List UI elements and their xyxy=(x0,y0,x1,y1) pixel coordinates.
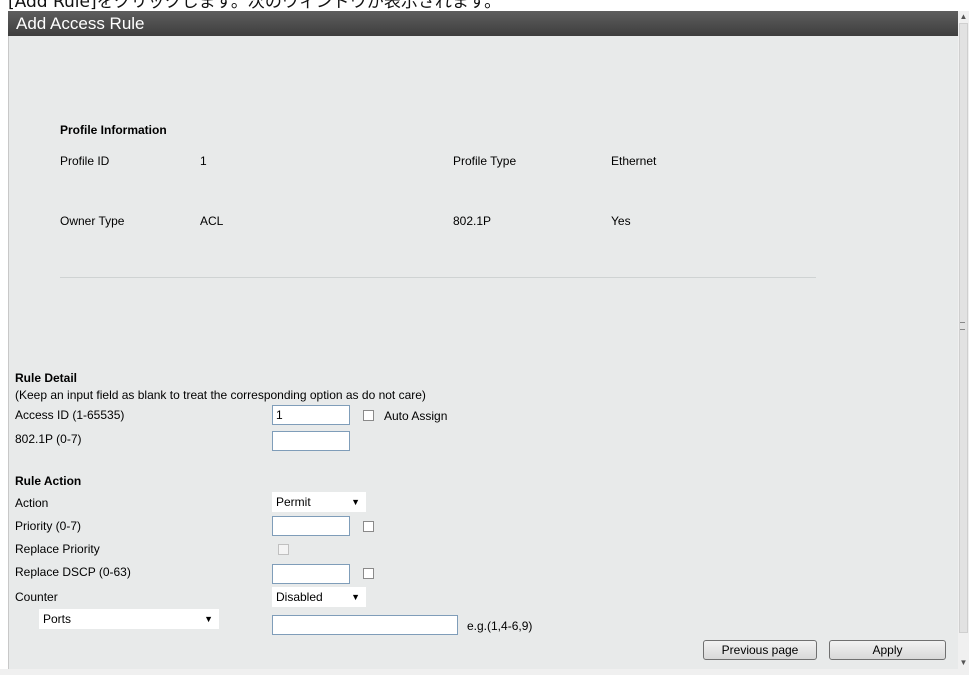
rule-8021p-input[interactable] xyxy=(272,431,350,451)
auto-assign-checkbox[interactable] xyxy=(363,410,374,421)
caption-text: [Add Rule]をクリックします。次のウィンドウが表示されます。 xyxy=(8,0,502,10)
ports-input[interactable] xyxy=(272,615,458,635)
profile-heading: Profile Information xyxy=(60,123,167,137)
owner-type-value: ACL xyxy=(200,214,224,228)
replace-dscp-label: Replace DSCP (0-63) xyxy=(15,565,131,579)
rule-detail-note: (Keep an input field as blank to treat t… xyxy=(15,388,426,402)
chevron-down-icon: ▼ xyxy=(204,614,213,624)
ports-type-select[interactable]: Ports ▼ xyxy=(39,609,219,629)
scroll-down-icon[interactable]: ▼ xyxy=(958,657,969,669)
owner-type-label: Owner Type xyxy=(60,214,125,228)
access-id-input[interactable]: 1 xyxy=(272,405,350,425)
profile-id-value: 1 xyxy=(200,154,207,168)
window-title-bar: Add Access Rule xyxy=(8,11,958,36)
replace-dscp-input[interactable] xyxy=(272,564,350,584)
action-select-value: Permit xyxy=(276,495,311,509)
profile-8021p-value: Yes xyxy=(611,214,631,228)
action-select[interactable]: Permit ▼ xyxy=(272,492,366,512)
counter-select-value: Disabled xyxy=(276,590,323,604)
chevron-down-icon: ▼ xyxy=(351,497,360,507)
chevron-down-icon: ▼ xyxy=(351,592,360,602)
section-divider xyxy=(60,277,816,278)
ports-type-select-value: Ports xyxy=(43,612,72,626)
scroll-up-icon[interactable]: ▲ xyxy=(958,11,969,23)
horizontal-scrollbar[interactable] xyxy=(0,669,969,675)
rule-detail-heading: Rule Detail xyxy=(15,371,78,385)
replace-priority-checkbox[interactable] xyxy=(278,544,289,555)
apply-button[interactable]: Apply xyxy=(829,640,946,660)
profile-type-value: Ethernet xyxy=(611,154,657,168)
rule-8021p-label: 802.1P (0-7) xyxy=(15,432,82,446)
priority-input[interactable] xyxy=(272,516,350,536)
vertical-scrollbar[interactable]: ▲ ▼ xyxy=(958,11,969,669)
action-label: Action xyxy=(15,496,49,510)
replace-dscp-checkbox[interactable] xyxy=(363,568,374,579)
replace-priority-label: Replace Priority xyxy=(15,542,100,556)
counter-select[interactable]: Disabled ▼ xyxy=(272,587,366,607)
profile-8021p-label: 802.1P xyxy=(453,214,492,228)
profile-type-label: Profile Type xyxy=(453,154,517,168)
rule-action-heading: Rule Action xyxy=(15,474,82,488)
priority-checkbox[interactable] xyxy=(363,521,374,532)
grip-icon xyxy=(960,322,965,330)
previous-page-button[interactable]: Previous page xyxy=(703,640,817,660)
auto-assign-label: Auto Assign xyxy=(384,409,448,423)
window-title: Add Access Rule xyxy=(16,14,145,33)
profile-id-label: Profile ID xyxy=(60,154,110,168)
ports-hint: e.g.(1,4-6,9) xyxy=(467,619,533,633)
access-id-label: Access ID (1-65535) xyxy=(15,408,125,422)
priority-label: Priority (0-7) xyxy=(15,519,82,533)
counter-label: Counter xyxy=(15,590,58,604)
